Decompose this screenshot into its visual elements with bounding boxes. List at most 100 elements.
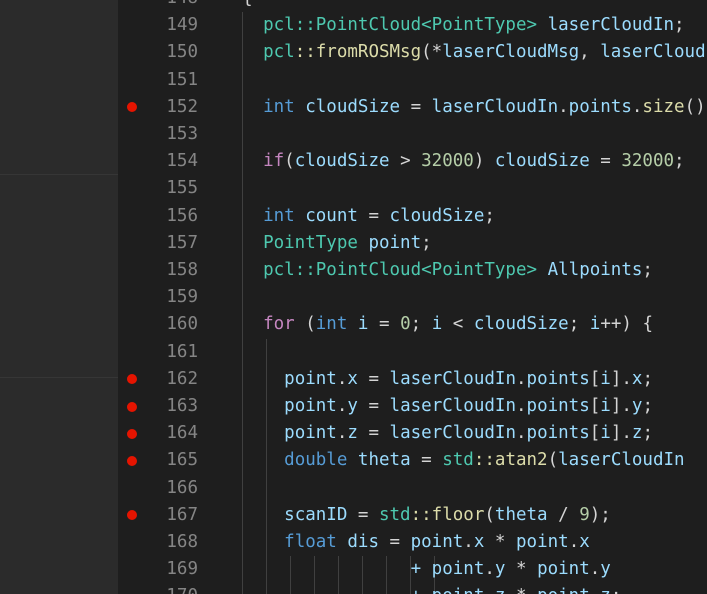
- gutter-row[interactable]: 158: [118, 257, 220, 284]
- gutter-row[interactable]: 153: [118, 121, 220, 148]
- code-token: =: [347, 504, 379, 525]
- code-token: (: [547, 450, 559, 471]
- breakpoint-dot-icon[interactable]: [127, 401, 137, 412]
- code-line[interactable]: pcl::PointCloud<PointType> laserCloudIn;: [220, 12, 707, 40]
- code-token: double: [284, 450, 348, 471]
- code-token: .: [463, 532, 474, 552]
- gutter-row[interactable]: 161: [118, 339, 220, 366]
- code-line[interactable]: point.y = laserCloudIn.points[i].y;: [220, 393, 707, 421]
- code-token: y: [347, 396, 358, 416]
- gutter-row[interactable]: 155: [118, 175, 220, 202]
- code-token: i: [431, 314, 443, 335]
- code-line[interactable]: pcl::fromROSMsg(*laserCloudMsg, laserClo…: [220, 39, 707, 67]
- breakpoint-dot-icon[interactable]: [127, 102, 137, 113]
- code-token: int: [315, 314, 348, 335]
- code-line[interactable]: scanID = std::floor(theta / 9);: [220, 501, 707, 529]
- gutter-row[interactable]: 159: [118, 284, 220, 311]
- code-line[interactable]: [220, 121, 707, 149]
- code-token: PointCloud: [315, 15, 422, 36]
- code-line[interactable]: for (int i = 0; i < cloudSize; i++) {: [220, 311, 707, 339]
- gutter-row[interactable]: 168: [118, 529, 220, 556]
- code-line[interactable]: [220, 338, 707, 366]
- gutter-row[interactable]: 157: [118, 230, 220, 257]
- code-token: points: [526, 396, 590, 416]
- code-token: ::: [473, 450, 495, 471]
- gutter-row[interactable]: 160: [118, 311, 220, 338]
- code-token: +: [411, 586, 422, 594]
- gutter-row[interactable]: 149: [118, 12, 220, 39]
- code-line[interactable]: [220, 284, 707, 312]
- code-line[interactable]: + point.z * point.z;: [220, 583, 707, 594]
- gutter-row[interactable]: 163: [118, 393, 220, 420]
- gutter-row[interactable]: 162: [118, 366, 220, 393]
- gutter-row[interactable]: 164: [118, 420, 220, 447]
- code-line[interactable]: [220, 474, 707, 502]
- code-token: i: [600, 396, 611, 416]
- code-token: <: [421, 260, 432, 280]
- code-token: *: [505, 559, 538, 580]
- code-content-area[interactable]: { pcl::PointCloud<PointType> laserCloudI…: [220, 0, 707, 594]
- code-line[interactable]: [220, 175, 707, 203]
- gutter-row[interactable]: 154: [118, 148, 220, 175]
- breakpoint-dot-icon[interactable]: [127, 455, 137, 466]
- side-panel[interactable]: [0, 0, 118, 594]
- editor-gutter[interactable]: 148 149 150 151 152 153 154 155 156 157 158 159 160 1…: [118, 0, 220, 594]
- code-token: cloudSize: [473, 314, 569, 335]
- code-token: ;: [421, 232, 432, 253]
- code-token: y: [494, 559, 506, 580]
- indent-guide: [266, 338, 267, 366]
- gutter-row[interactable]: 167: [118, 502, 220, 529]
- code-token: ;: [674, 151, 685, 172]
- code-token: scanID: [284, 504, 348, 525]
- code-token: i: [600, 423, 611, 444]
- breakpoint-dot-icon[interactable]: [127, 374, 137, 385]
- code-token: point: [537, 559, 590, 580]
- code-line[interactable]: float dis = point.x * point.x: [220, 529, 707, 557]
- code-token: ,: [579, 42, 601, 63]
- code-token: atan2: [494, 450, 548, 471]
- code-token: 0: [400, 314, 411, 335]
- code-line[interactable]: double theta = std::atan2(laserCloudIn: [220, 447, 707, 475]
- indent-guide: [242, 474, 243, 502]
- code-editor-window: 148 149 150 151 152 153 154 155 156 157 158 159 160 1…: [0, 0, 707, 594]
- line-number: 150: [166, 42, 198, 63]
- code-line[interactable]: point.x = laserCloudIn.points[i].x;: [220, 365, 707, 393]
- breakpoint-dot-icon[interactable]: [127, 428, 137, 439]
- gutter-row[interactable]: 156: [118, 203, 220, 230]
- code-token: laserCloudIn: [389, 396, 516, 416]
- code-token: PointType: [431, 15, 527, 36]
- gutter-row[interactable]: 151: [118, 67, 220, 94]
- code-line[interactable]: + point.y * point.y: [220, 556, 707, 584]
- code-line[interactable]: [220, 66, 707, 94]
- gutter-row[interactable]: 169: [118, 556, 220, 583]
- code-token: pcl: [263, 42, 295, 63]
- code-line[interactable]: if(cloudSize > 32000) cloudSize = 32000;: [220, 148, 707, 176]
- code-line[interactable]: point.z = laserCloudIn.points[i].z;: [220, 420, 707, 448]
- code-line[interactable]: {: [220, 0, 707, 12]
- code-token: =: [400, 96, 432, 117]
- code-token: float: [284, 532, 337, 552]
- code-line[interactable]: int count = cloudSize;: [220, 202, 707, 230]
- code-token: std: [442, 450, 474, 471]
- code-token: >: [526, 15, 538, 36]
- code-line[interactable]: PointType point;: [220, 229, 707, 257]
- code-token: point: [516, 532, 569, 552]
- gutter-row[interactable]: 170: [118, 583, 220, 594]
- code-line[interactable]: int cloudSize = laserCloudIn.points.size…: [220, 93, 707, 121]
- code-token: 32000: [421, 151, 474, 172]
- gutter-row[interactable]: 150: [118, 39, 220, 66]
- code-token: x: [579, 532, 590, 552]
- breakpoint-dot-icon[interactable]: [127, 510, 137, 521]
- gutter-row[interactable]: 165: [118, 447, 220, 474]
- gutter-row[interactable]: 152: [118, 94, 220, 121]
- gutter-row[interactable]: 166: [118, 475, 220, 502]
- code-line[interactable]: pcl::PointCloud<PointType> Allpoints;: [220, 257, 707, 285]
- gutter-row[interactable]: 148: [118, 0, 220, 12]
- code-token: .: [568, 532, 580, 552]
